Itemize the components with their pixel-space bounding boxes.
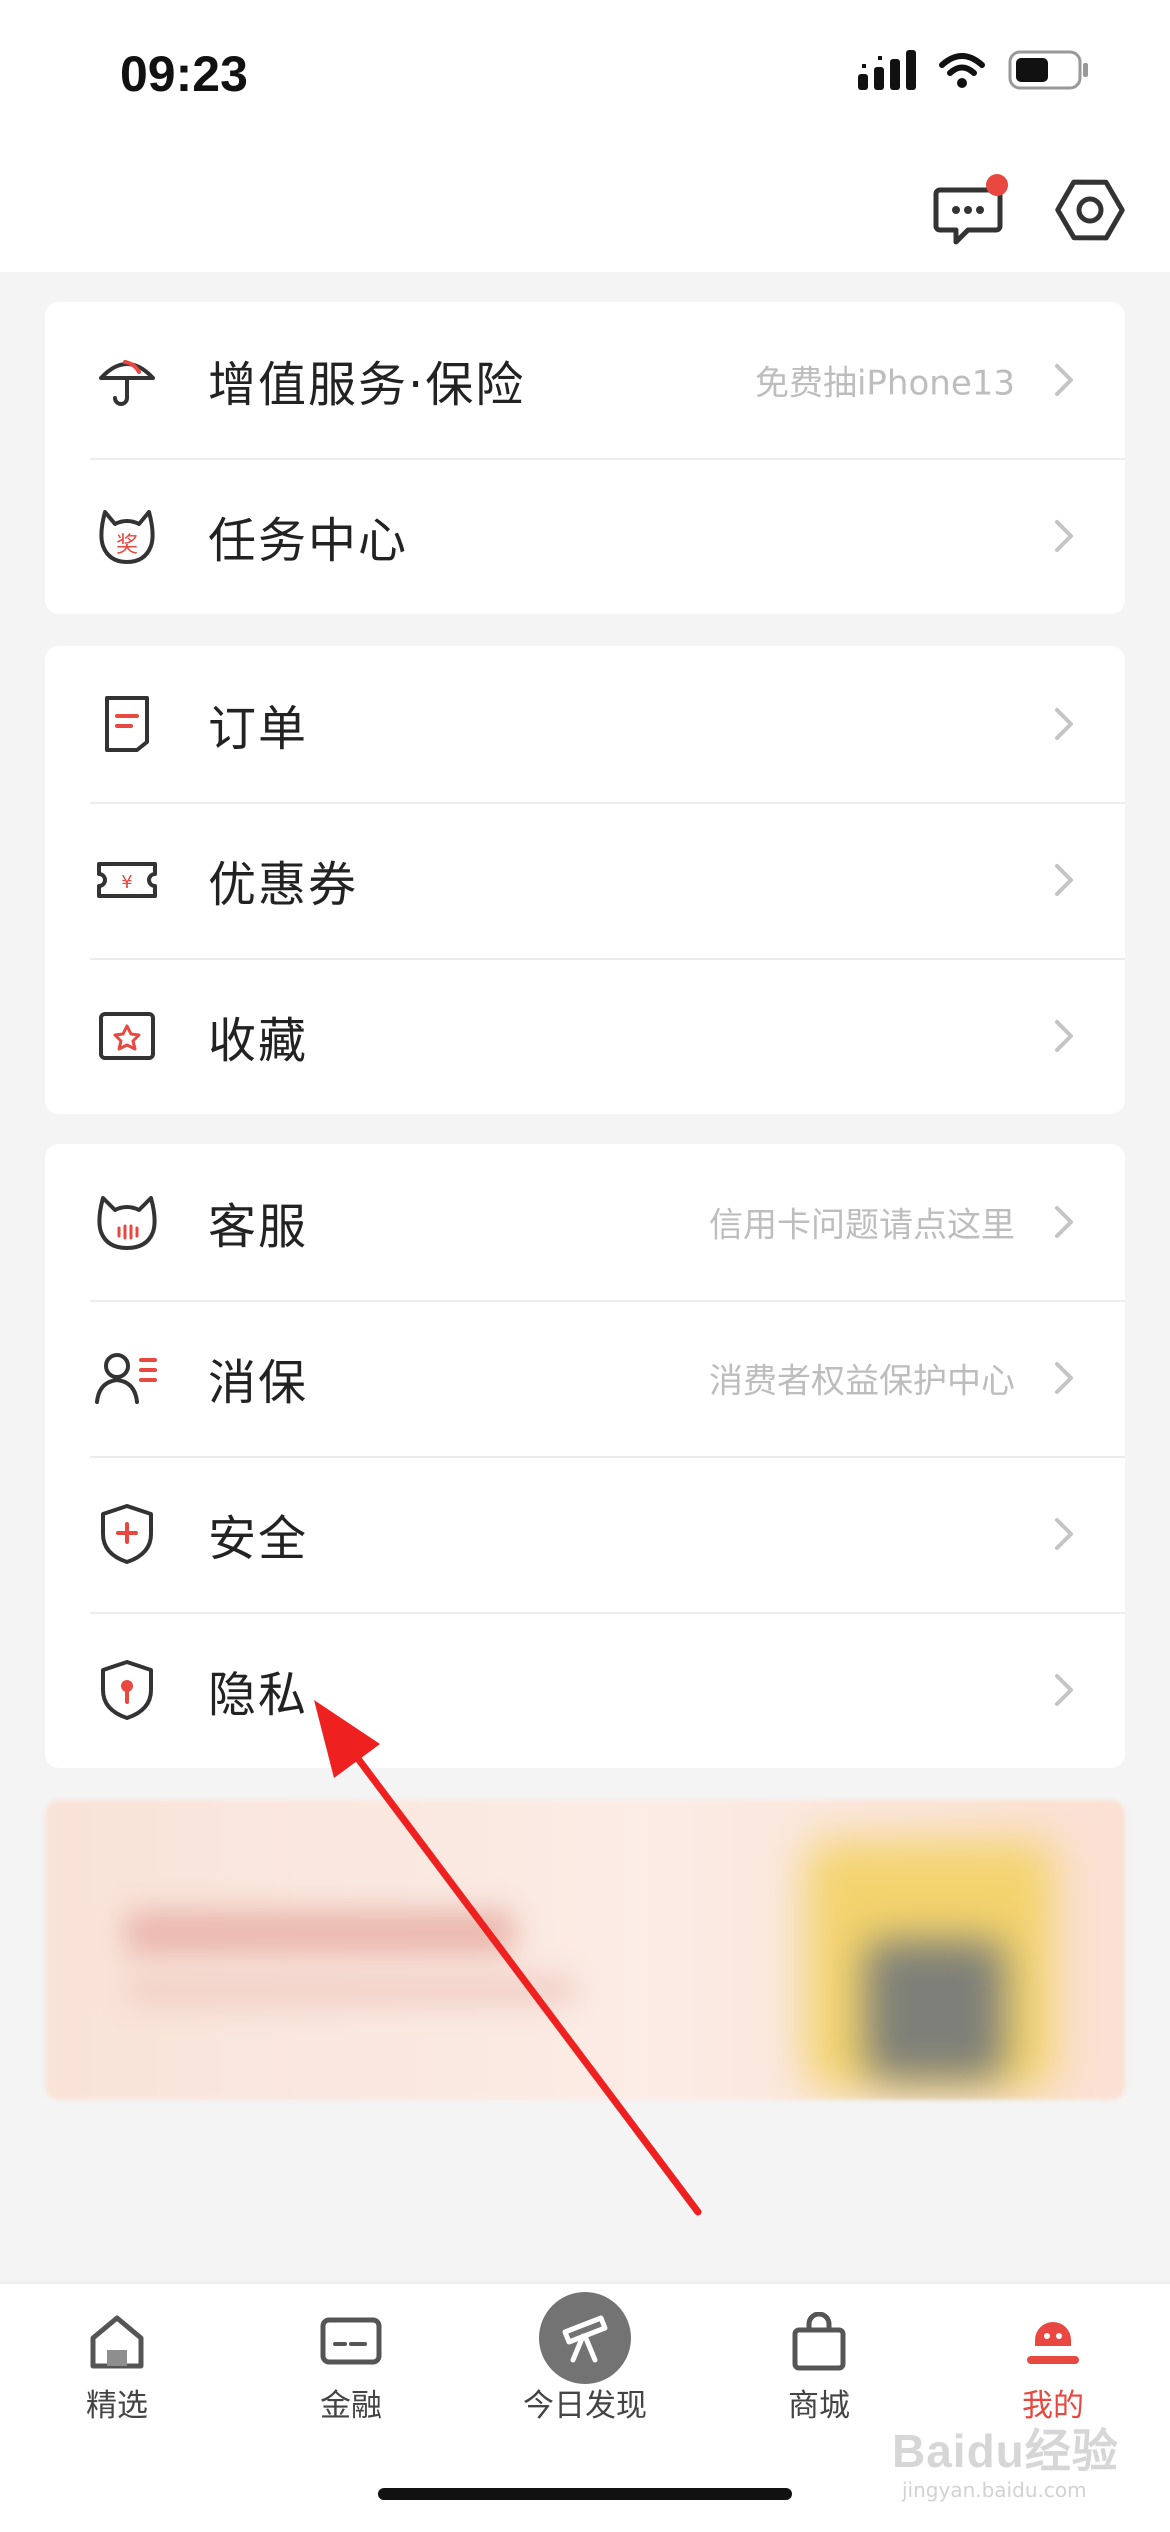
row-label: 客服 — [208, 1199, 309, 1255]
favorite-star-icon — [99, 1012, 155, 1060]
row-label: 收藏 — [208, 1013, 309, 1069]
svg-text:¥: ¥ — [121, 872, 132, 893]
watermark-url: jingyan.baidu.com — [902, 2478, 1087, 2502]
chevron-right-icon — [1055, 1362, 1073, 1394]
row-hint: 信用卡问题请点这里 — [709, 1205, 1015, 1246]
row-label: 消保 — [208, 1355, 309, 1411]
battery-icon — [1008, 50, 1088, 90]
tab-me[interactable]: 我的 — [936, 2284, 1170, 2424]
chevron-right-icon — [1055, 520, 1073, 552]
page-header — [0, 150, 1170, 272]
services-card: 增值服务·保险 免费抽iPhone13 奖 任务中心 — [45, 302, 1125, 614]
support-card: 客服 信用卡问题请点这里 消保 消费者权益保护中心 安全 隐私 — [45, 1144, 1125, 1768]
chevron-right-icon — [1055, 864, 1073, 896]
settings-button[interactable] — [1050, 170, 1130, 250]
tab-finance[interactable]: 金融 — [234, 2284, 468, 2424]
menu-row-insurance[interactable]: 增值服务·保险 免费抽iPhone13 — [45, 302, 1125, 458]
chevron-right-icon — [1055, 1020, 1073, 1052]
orders-card: 订单 ¥ 优惠券 收藏 — [45, 646, 1125, 1114]
signal-icon — [858, 50, 916, 90]
home-icon — [90, 2315, 144, 2369]
promo-banner[interactable] — [45, 1800, 1125, 2100]
watermark-logo: Baidu经验 — [892, 2425, 1119, 2477]
privacy-shield-icon — [101, 1660, 153, 1720]
row-hint: 免费抽iPhone13 — [754, 363, 1015, 404]
svg-text:奖: 奖 — [116, 533, 138, 558]
chevron-right-icon — [1055, 1206, 1073, 1238]
tab-discover[interactable]: 今日发现 — [468, 2284, 702, 2424]
profile-icon — [1027, 2322, 1079, 2364]
tab-label: 精选 — [86, 2388, 148, 2424]
menu-row-coupons[interactable]: ¥ 优惠券 — [45, 802, 1125, 958]
order-icon — [105, 696, 149, 752]
menu-row-customer-service[interactable]: 客服 信用卡问题请点这里 — [45, 1144, 1125, 1300]
tab-label: 金融 — [320, 2388, 382, 2424]
row-label: 安全 — [208, 1511, 309, 1567]
menu-row-orders[interactable]: 订单 — [45, 646, 1125, 802]
telescope-icon — [562, 2315, 608, 2363]
security-shield-icon — [101, 1504, 153, 1564]
banner-blur-image — [865, 1940, 1005, 2080]
hexagon-gear-icon — [1055, 179, 1125, 241]
customer-service-icon — [97, 1196, 157, 1250]
menu-row-privacy[interactable]: 隐私 — [45, 1612, 1125, 1768]
tab-featured[interactable]: 精选 — [0, 2284, 234, 2424]
chevron-right-icon — [1055, 364, 1073, 396]
menu-row-favorites[interactable]: 收藏 — [45, 958, 1125, 1114]
tab-label: 今日发现 — [523, 2388, 647, 2424]
messages-button[interactable] — [930, 170, 1010, 250]
chevron-right-icon — [1055, 708, 1073, 740]
shopping-bag-icon — [792, 2312, 846, 2371]
status-icons — [858, 50, 1090, 90]
row-label: 隐私 — [208, 1667, 309, 1723]
wifi-icon — [939, 53, 985, 88]
row-label: 任务中心 — [208, 513, 409, 569]
menu-row-consumer-protection[interactable]: 消保 消费者权益保护中心 — [45, 1300, 1125, 1456]
row-label: 增值服务·保险 — [208, 357, 526, 413]
menu-row-tasks[interactable]: 奖 任务中心 — [45, 458, 1125, 614]
reward-cat-icon: 奖 — [99, 510, 155, 564]
row-hint: 消费者权益保护中心 — [709, 1361, 1015, 1402]
banner-blur-text — [125, 1910, 515, 1956]
row-label: 订单 — [208, 701, 309, 757]
tab-mall[interactable]: 商城 — [702, 2284, 936, 2424]
row-label: 优惠券 — [208, 857, 359, 913]
status-bar: 09:23 — [0, 0, 1170, 150]
menu-row-security[interactable]: 安全 — [45, 1456, 1125, 1612]
unread-dot — [986, 174, 1008, 196]
status-time: 09:23 — [120, 46, 248, 102]
consumer-protection-icon — [95, 1353, 157, 1404]
coupon-icon: ¥ — [97, 862, 157, 898]
card-icon — [320, 2317, 382, 2365]
umbrella-icon — [99, 360, 155, 406]
banner-blur-subtext — [125, 1975, 575, 2005]
home-indicator — [378, 2488, 792, 2500]
discover-circle — [539, 2292, 631, 2384]
chevron-right-icon — [1055, 1518, 1073, 1550]
chevron-right-icon — [1055, 1674, 1073, 1706]
